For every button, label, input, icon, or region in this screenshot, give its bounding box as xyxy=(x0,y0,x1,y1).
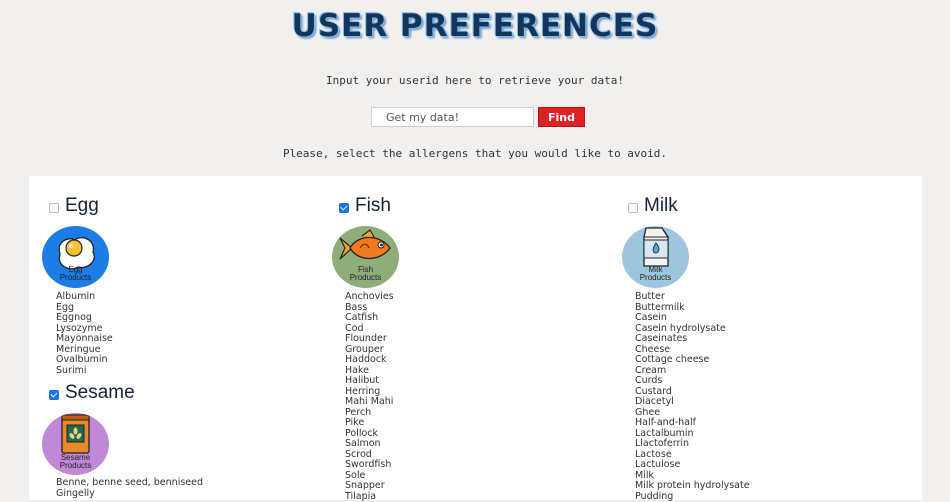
list-item: Pudding xyxy=(635,492,750,502)
list-item: Halibut xyxy=(345,376,394,387)
list-item: Ovalbumin xyxy=(56,355,113,366)
milk-checkbox[interactable] xyxy=(628,203,638,213)
list-item: Swordfish xyxy=(345,460,394,471)
milk-item-list: Butter Buttermilk Casein Casein hydrolys… xyxy=(635,292,750,502)
list-item: Gingelly xyxy=(56,489,203,500)
list-item: Casein xyxy=(635,313,750,324)
list-item: Albumin xyxy=(56,292,113,303)
list-item: Snapper xyxy=(345,481,394,492)
allergen-prompt: Please, select the allergens that you wo… xyxy=(0,147,950,160)
list-item: Caseinates xyxy=(635,334,750,345)
category-milk-name: Milk xyxy=(644,195,678,217)
sesame-checkbox[interactable] xyxy=(49,390,59,400)
sesame-bag-icon: Sesame Products xyxy=(42,413,109,475)
list-item: Salmon xyxy=(345,439,394,450)
list-item: Flounder xyxy=(345,334,394,345)
list-item: Llactoferrin xyxy=(635,439,750,450)
list-item: Catfish xyxy=(345,313,394,324)
list-item: Mahi Mahi xyxy=(345,397,394,408)
egg-item-list: Albumin Egg Eggnog Lysozyme Mayonnaise M… xyxy=(56,292,113,376)
list-item: Eggnog xyxy=(56,313,113,324)
fried-egg-icon: Egg Products xyxy=(42,226,109,288)
list-item: Cottage cheese xyxy=(635,355,750,366)
list-item: Benne, benne seed, benniseed xyxy=(56,478,203,489)
egg-checkbox[interactable] xyxy=(49,203,59,213)
find-button[interactable]: Find xyxy=(538,107,585,127)
category-fish-name: Fish xyxy=(355,195,391,217)
egg-icon-label-2: Products xyxy=(42,274,109,282)
list-item: Anchovies xyxy=(345,292,394,303)
list-item: Surimi xyxy=(56,366,113,377)
allergen-panel: Egg Egg Products Albumin Egg Eggnog Lyso… xyxy=(29,176,922,500)
list-item: Curds xyxy=(635,376,750,387)
list-item: Lactulose xyxy=(635,460,750,471)
fish-item-list: Anchovies Bass Catfish Cod Flounder Grou… xyxy=(345,292,394,502)
list-item: Half-and-half xyxy=(635,418,750,429)
fish-checkbox[interactable] xyxy=(339,203,349,213)
fish-icon: Fish Products xyxy=(332,226,399,288)
userid-instructions: Input your userid here to retrieve your … xyxy=(0,74,950,87)
userid-input[interactable] xyxy=(371,107,534,127)
list-item: Diacetyl xyxy=(635,397,750,408)
list-item: Butter xyxy=(635,292,750,303)
list-item: Tilapia xyxy=(345,492,394,502)
sesame-item-list: Benne, benne seed, benniseed Gingelly xyxy=(56,478,203,499)
list-item: Milk protein hydrolysate xyxy=(635,481,750,492)
category-sesame-name: Sesame xyxy=(65,382,135,404)
list-item: Pike xyxy=(345,418,394,429)
list-item: Mayonnaise xyxy=(56,334,113,345)
page-title: USER PREFERENCES xyxy=(0,8,950,44)
category-egg-name: Egg xyxy=(65,195,99,217)
milk-carton-icon: Milk Products xyxy=(622,226,689,288)
fish-icon-label-2: Products xyxy=(332,274,399,282)
list-item: Haddock xyxy=(345,355,394,366)
milk-icon-label-2: Products xyxy=(622,274,689,282)
sesame-icon-label-2: Products xyxy=(42,462,109,470)
